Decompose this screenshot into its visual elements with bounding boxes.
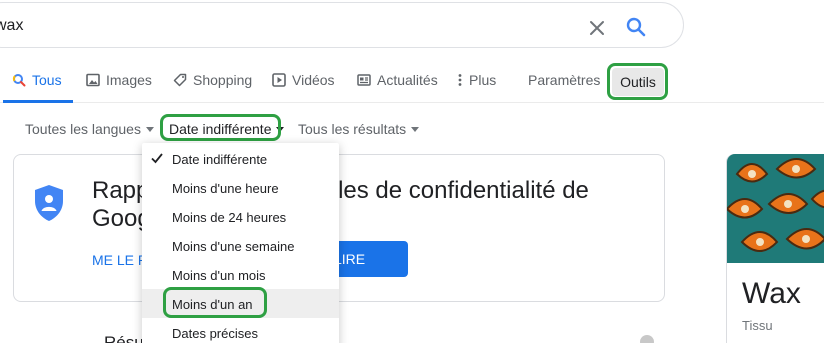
- tab-shopping[interactable]: Shopping: [173, 72, 252, 88]
- privacy-reminder-card: Rapp règles de confidentialité de Goog ME…: [13, 154, 665, 302]
- menu-item-label: Moins d'un an: [172, 297, 253, 312]
- tab-shopping-label: Shopping: [193, 72, 253, 88]
- partial-glyph: •: [20, 336, 26, 343]
- check-icon: [151, 153, 163, 164]
- caret-down-icon: [145, 127, 154, 132]
- tab-images[interactable]: Images: [86, 72, 152, 88]
- search-icon[interactable]: [624, 15, 648, 39]
- results-filter-label: Tous les résultats: [298, 121, 407, 137]
- tab-news[interactable]: Actualités: [357, 72, 438, 88]
- date-filter-label: Date indifférente: [169, 121, 272, 137]
- tab-news-label: Actualités: [377, 72, 438, 88]
- menu-item-label: Moins d'une heure: [172, 181, 279, 196]
- menu-item-label: Date indifférente: [172, 152, 268, 167]
- search-tabs: Tous Images Shopping Vidéos Actualités P…: [0, 60, 824, 103]
- search-input[interactable]: wax: [0, 17, 23, 35]
- menu-item-label: Dates précises: [172, 326, 258, 341]
- remind-later-link[interactable]: ME LE R: [92, 252, 148, 268]
- menu-item-label: Moins d'un mois: [172, 268, 266, 283]
- tab-more[interactable]: Plus: [457, 72, 496, 88]
- settings-link[interactable]: Paramètres: [528, 72, 600, 88]
- menu-item-past-year[interactable]: Moins d'un an: [142, 289, 339, 318]
- tools-button[interactable]: Outils: [612, 68, 664, 96]
- tab-all-label: Tous: [32, 72, 62, 88]
- clear-icon[interactable]: [585, 16, 609, 40]
- tools-label: Outils: [620, 74, 656, 90]
- caret-down-icon: [411, 127, 420, 132]
- menu-item-label: Moins d'une semaine: [172, 239, 295, 254]
- menu-item-custom-range[interactable]: Dates précises: [142, 318, 339, 343]
- tab-videos[interactable]: Vidéos: [272, 72, 335, 88]
- results-filter[interactable]: Tous les résultats: [298, 121, 420, 137]
- privacy-title-part1: Rapp: [92, 177, 150, 204]
- google-g-icon: [12, 74, 26, 87]
- language-filter-label: Toutes les langues: [25, 121, 141, 137]
- menu-item-past-week[interactable]: Moins d'une semaine: [142, 231, 339, 260]
- settings-label: Paramètres: [528, 72, 601, 88]
- tag-icon: [173, 73, 187, 87]
- tab-more-label: Plus: [469, 72, 497, 88]
- results-heading: Résu: [104, 333, 144, 343]
- knowledge-panel-subtitle: Tissu: [742, 318, 773, 333]
- menu-item-past-hour[interactable]: Moins d'une heure: [142, 173, 339, 202]
- caret-down-icon: [276, 127, 285, 132]
- image-icon: [86, 73, 100, 87]
- menu-item-past-month[interactable]: Moins d'un mois: [142, 260, 339, 289]
- menu-item-any-date[interactable]: Date indifférente: [142, 144, 339, 173]
- info-icon[interactable]: [640, 335, 654, 343]
- video-icon: [272, 73, 286, 87]
- news-icon: [357, 74, 371, 86]
- search-box[interactable]: wax: [0, 2, 684, 48]
- shield-icon: [35, 185, 63, 221]
- menu-item-past-24h[interactable]: Moins de 24 heures: [142, 202, 339, 231]
- tab-images-label: Images: [106, 72, 152, 88]
- date-filter[interactable]: Date indifférente: [169, 121, 285, 137]
- tab-all[interactable]: Tous: [12, 72, 62, 88]
- privacy-title-part2: règles de confidentialité de: [303, 177, 589, 204]
- knowledge-panel-title: Wax: [742, 277, 801, 310]
- more-vert-icon: [458, 74, 462, 86]
- date-dropdown-menu: Date indifférente Moins d'une heure Moin…: [142, 143, 339, 343]
- tab-videos-label: Vidéos: [292, 72, 335, 88]
- wax-fabric-image[interactable]: [727, 154, 824, 263]
- active-tab-indicator: [3, 100, 73, 103]
- menu-item-label: Moins de 24 heures: [172, 210, 287, 225]
- language-filter[interactable]: Toutes les langues: [25, 121, 154, 137]
